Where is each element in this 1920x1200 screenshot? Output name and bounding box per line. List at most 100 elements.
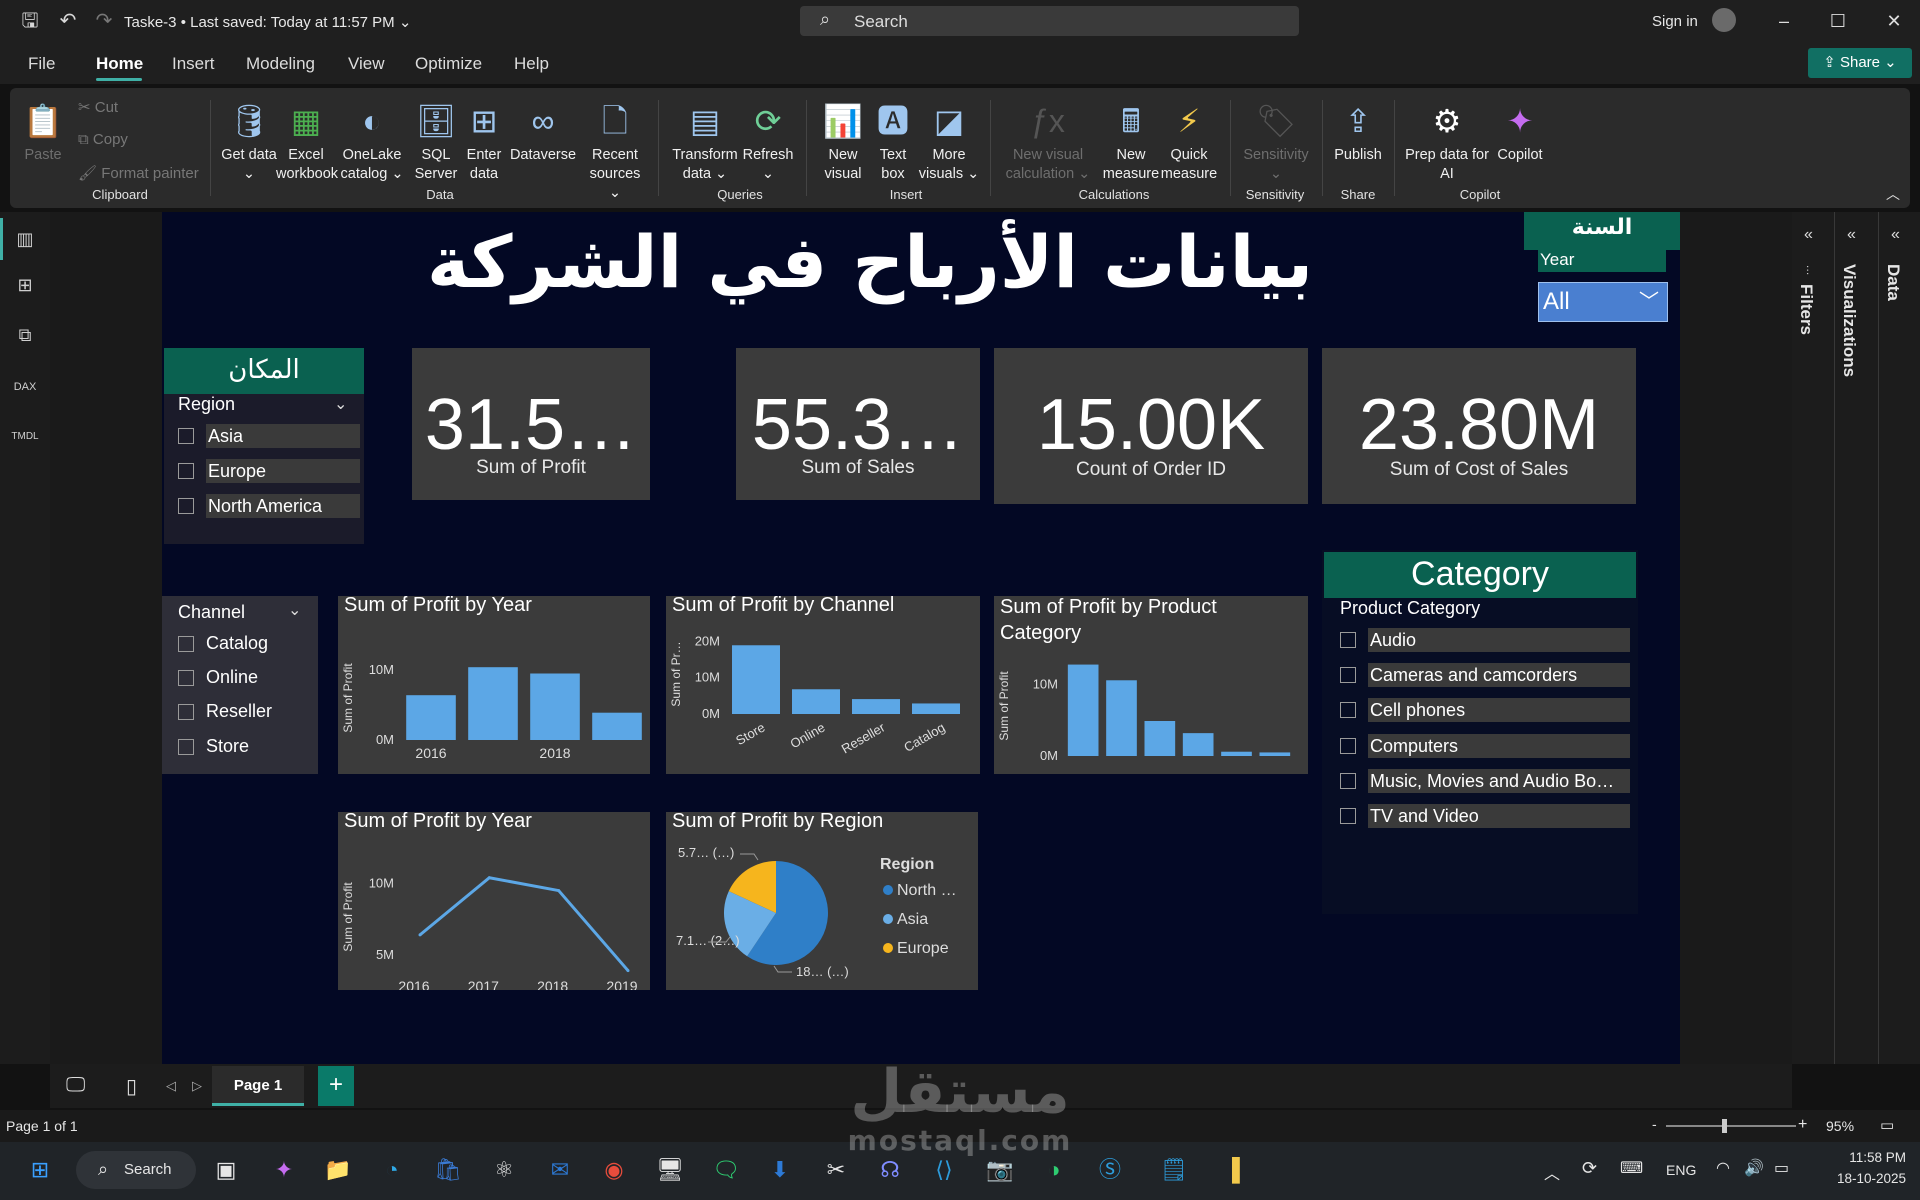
power-bi-icon[interactable]: ▐ xyxy=(1212,1150,1252,1190)
zoom-slider-track[interactable] xyxy=(1666,1125,1796,1127)
add-page-button[interactable]: + xyxy=(318,1066,354,1106)
page-tab[interactable]: Page 1 xyxy=(212,1066,304,1106)
excel-workbook-button[interactable]: ▦ Excel workbook xyxy=(276,100,338,184)
report-view-icon[interactable]: ▥ xyxy=(10,224,40,254)
tab-help[interactable]: Help xyxy=(514,54,549,74)
category-item-music[interactable]: Music, Movies and Audio Bo… xyxy=(1340,769,1630,793)
chatgpt-icon[interactable]: ⚛ xyxy=(484,1150,524,1190)
visualizations-pane[interactable]: « Visualizations xyxy=(1834,212,1874,1064)
next-page-icon[interactable]: ▷ xyxy=(192,1078,202,1094)
checkbox[interactable] xyxy=(178,669,194,686)
category-item-cell-phones[interactable]: Cell phones xyxy=(1340,698,1630,722)
category-item-audio[interactable]: Audio xyxy=(1340,628,1630,652)
previous-page-icon[interactable]: ◁ xyxy=(166,1078,176,1094)
language-indicator[interactable]: ENG xyxy=(1666,1162,1696,1178)
cut-button[interactable]: ✂ Cut xyxy=(78,98,118,116)
expand-icon[interactable]: « xyxy=(1804,226,1813,244)
user-avatar-icon[interactable] xyxy=(1712,8,1736,32)
chevron-up-icon[interactable]: ︿ xyxy=(1544,1160,1560,1184)
transform-data-button[interactable]: ▤ Transform data ⌄ xyxy=(670,100,740,184)
recent-sources-button[interactable]: 🗋 Recent sources ⌄ xyxy=(582,100,648,203)
copilot-app-icon[interactable]: ✦ xyxy=(264,1150,304,1190)
wifi-icon[interactable]: ◠ xyxy=(1716,1158,1730,1178)
channel-item-reseller[interactable]: Reseller xyxy=(178,701,272,722)
publish-button[interactable]: ⇪ Publish xyxy=(1328,100,1388,165)
store-icon[interactable]: 🛍 xyxy=(428,1150,468,1190)
zoom-level[interactable]: 95% xyxy=(1826,1118,1854,1134)
kpi-card-profit[interactable]: 31.5… Sum of Profit xyxy=(412,348,650,500)
chrome-icon[interactable]: ◉ xyxy=(594,1150,634,1190)
profit-by-category-bar-chart[interactable]: Sum of Profit by Product Category Sum of… xyxy=(994,596,1308,774)
download-icon[interactable]: ⬇ xyxy=(760,1150,800,1190)
keyboard-icon[interactable]: ⌨ xyxy=(1620,1158,1643,1178)
fit-to-page-icon[interactable]: ▭ xyxy=(1880,1116,1894,1134)
battery-icon[interactable]: ▭ xyxy=(1774,1158,1789,1178)
profit-by-region-pie-chart[interactable]: Sum of Profit by Region 18… (…) 7.1… (2…)… xyxy=(666,810,978,990)
sign-in-link[interactable]: Sign in xyxy=(1652,13,1698,30)
dax-query-view-icon[interactable]: DAX xyxy=(10,372,40,402)
dataverse-button[interactable]: ∞ Dataverse xyxy=(508,100,578,165)
checkbox[interactable] xyxy=(1340,667,1356,683)
mobile-layout-icon[interactable]: ▯ xyxy=(126,1074,137,1099)
expand-icon[interactable]: « xyxy=(1891,226,1900,244)
desktop-layout-icon[interactable]: 🖵 xyxy=(66,1074,85,1097)
checkbox[interactable] xyxy=(178,428,194,444)
year-dropdown[interactable]: All ﹀ xyxy=(1538,282,1668,322)
kpi-card-order-count[interactable]: 15.00K Count of Order ID xyxy=(994,348,1308,504)
copy-button[interactable]: ⧉ Copy xyxy=(78,131,128,148)
checkbox[interactable] xyxy=(1340,808,1356,824)
channel-item-catalog[interactable]: Catalog xyxy=(178,633,268,654)
text-box-button[interactable]: 🅰 Text box xyxy=(872,100,914,184)
report-title[interactable]: بيانات الأرباح في الشركة xyxy=(420,220,1320,310)
windows-start-icon[interactable]: ⊞ xyxy=(20,1150,60,1190)
document-title[interactable]: Taske-3 • Last saved: Today at 11:57 PM … xyxy=(124,13,411,31)
tab-view[interactable]: View xyxy=(348,54,385,74)
refresh-button[interactable]: ⟳ Refresh ⌄ xyxy=(738,100,798,184)
profit-by-channel-bar-chart[interactable]: Sum of Profit by Channel Sum of Pr… 0M 10M… xyxy=(666,594,980,774)
tab-home[interactable]: Home xyxy=(96,54,143,74)
checkbox[interactable] xyxy=(1340,702,1356,718)
model-view-icon[interactable]: ⧉ xyxy=(10,320,40,350)
minimize-icon[interactable]: – xyxy=(1764,6,1804,36)
close-icon[interactable]: ✕ xyxy=(1874,6,1914,36)
quick-measure-button[interactable]: ⚡ Quick measure xyxy=(1158,100,1220,184)
file-explorer-icon[interactable]: 📁 xyxy=(318,1150,358,1190)
prep-data-for-ai-button[interactable]: ⚙ Prep data for AI xyxy=(1400,100,1494,184)
category-item-tv-video[interactable]: TV and Video xyxy=(1340,804,1630,828)
data-pane[interactable]: « Data xyxy=(1878,212,1918,1064)
tab-modeling[interactable]: Modeling xyxy=(246,54,315,74)
new-measure-button[interactable]: 🖩 New measure xyxy=(1100,100,1162,184)
tmdl-view-icon[interactable]: TMDL xyxy=(10,422,40,452)
outlook-icon[interactable]: ✉ xyxy=(540,1150,580,1190)
collapse-ribbon-icon[interactable]: ︿ xyxy=(1886,184,1900,204)
copilot-button[interactable]: ✦ Copilot xyxy=(1488,100,1552,165)
category-item-cameras[interactable]: Cameras and camcorders xyxy=(1340,663,1630,687)
filters-pane[interactable]: « ⫶ Filters xyxy=(1792,212,1832,1064)
checkbox[interactable] xyxy=(178,635,194,652)
notepad-icon[interactable]: 🗒 xyxy=(1154,1150,1194,1190)
checkbox[interactable] xyxy=(1340,773,1356,789)
more-visuals-button[interactable]: ◪ More visuals ⌄ xyxy=(918,100,980,184)
checkbox[interactable] xyxy=(178,498,194,514)
new-visual-calculation-button[interactable]: ƒx New visual calculation ⌄ xyxy=(1000,100,1096,184)
checkbox[interactable] xyxy=(178,463,194,479)
maximize-icon[interactable]: ☐ xyxy=(1818,6,1858,36)
kpi-card-cost-of-sales[interactable]: 23.80M Sum of Cost of Sales xyxy=(1322,348,1636,504)
chevron-down-icon[interactable]: ⌄ xyxy=(334,394,347,414)
region-item-europe[interactable]: Europe xyxy=(178,459,360,483)
onelake-catalog-button[interactable]: ◐ OneLake catalog ⌄ xyxy=(340,100,404,184)
whatsapp-icon[interactable]: 🗨 xyxy=(706,1150,746,1190)
kpi-card-sales[interactable]: 55.3… Sum of Sales xyxy=(736,348,980,500)
region-item-asia[interactable]: Asia xyxy=(178,424,360,448)
checkbox[interactable] xyxy=(178,703,194,720)
enter-data-button[interactable]: ⊞ Enter data xyxy=(464,100,504,184)
table-view-icon[interactable]: ⊞ xyxy=(10,270,40,300)
sql-server-button[interactable]: 🗄 SQL Server xyxy=(414,100,458,184)
new-visual-button[interactable]: 📊 New visual xyxy=(818,100,868,184)
search-input[interactable]: ⌕ Search xyxy=(800,6,1299,36)
undo-icon[interactable]: ↶ xyxy=(54,8,82,34)
tab-file[interactable]: File xyxy=(28,54,55,74)
volume-icon[interactable]: 🔊 xyxy=(1744,1158,1764,1178)
profit-by-year-bar-chart[interactable]: Sum of Profit by Year Sum of Profit 0M 10M… xyxy=(338,594,650,774)
save-icon[interactable]: 🖫 xyxy=(16,8,44,34)
